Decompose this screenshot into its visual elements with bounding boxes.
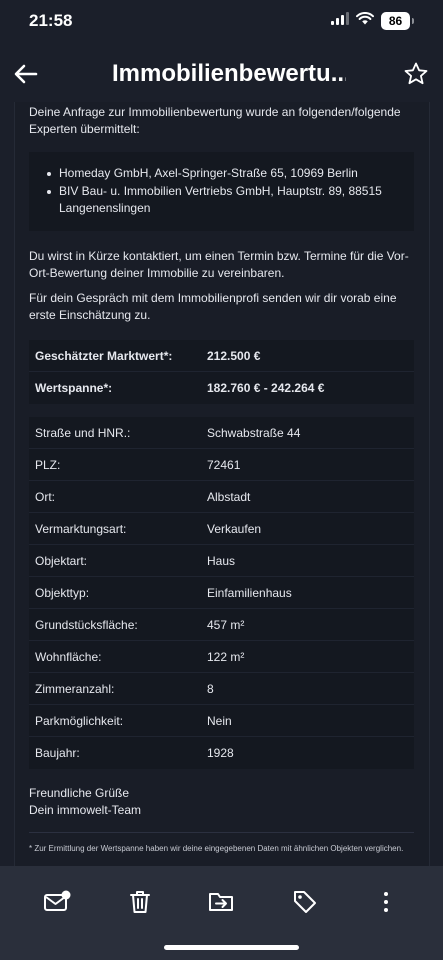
row-label: Parkmöglichkeit: <box>35 713 124 728</box>
table-row: Baujahr: 1928 <box>29 737 414 769</box>
battery-indicator: 86 <box>381 12 414 30</box>
row-label: Zimmeranzahl: <box>35 681 115 696</box>
table-row: Zimmeranzahl: 8 <box>29 673 414 705</box>
expert-item: BIV Bau- u. Immobilien Vertriebs GmbH, H… <box>43 183 400 217</box>
expert-item: Homeday GmbH, Axel-Springer-Straße 65, 1… <box>43 165 400 182</box>
back-button[interactable] <box>12 60 40 88</box>
table-row: PLZ: 72461 <box>29 449 414 481</box>
experts-box: Homeday GmbH, Axel-Springer-Straße 65, 1… <box>29 152 414 231</box>
table-row: Objektart: Haus <box>29 545 414 577</box>
tag-icon <box>294 891 316 913</box>
row-value: Nein <box>207 713 232 728</box>
row-value: Verkaufen <box>207 521 262 536</box>
table-row: Straße und HNR.: Schwabstraße 44 <box>29 417 414 449</box>
email-body: Deine Anfrage zur Immobilienbewertung wu… <box>14 102 430 866</box>
greeting: Freundliche Grüße Dein immowelt-Team <box>29 785 414 819</box>
row-value: 1928 <box>207 746 234 760</box>
footnote: * Zur Ermittlung der Wertspanne haben wi… <box>29 844 404 853</box>
table-row: Wohnfläche: 122 m² <box>29 641 414 673</box>
star-icon <box>404 62 428 85</box>
row-value: 182.760 € - 242.264 € <box>207 381 325 395</box>
table-row: Vermarktungsart: Verkaufen <box>29 513 414 545</box>
more-button[interactable] <box>371 888 401 916</box>
status-bar: 21:58 86 <box>0 0 443 44</box>
row-value: 72461 <box>207 457 241 472</box>
table-row: Grundstücksfläche: 457 m² <box>29 609 414 641</box>
cellular-signal-icon <box>331 12 349 30</box>
row-label: Wertspanne*: <box>35 381 113 395</box>
table-row: Objekttyp: Einfamilienhaus <box>29 577 414 609</box>
valuation-table: Geschätzter Marktwert*: 212.500 € Wertsp… <box>29 340 414 404</box>
row-value: Haus <box>207 553 236 568</box>
row-value: 212.500 € <box>207 348 261 363</box>
contact-text: Du wirst in Kürze kontaktiert, um einen … <box>29 249 409 280</box>
row-label: Geschätzter Marktwert*: <box>35 348 173 363</box>
arrow-left-icon <box>14 64 38 84</box>
table-row: Ort: Albstadt <box>29 481 414 513</box>
divider <box>29 832 414 833</box>
row-value: 8 <box>207 681 214 696</box>
row-label: PLZ: <box>35 457 61 472</box>
mark-unread-button[interactable] <box>43 888 73 916</box>
row-label: Objektart: <box>35 553 88 568</box>
status-icons: 86 <box>331 12 414 30</box>
row-label: Grundstücksfläche: <box>35 617 138 632</box>
delete-button[interactable] <box>125 888 155 916</box>
trash-icon <box>130 891 150 913</box>
row-label: Wohnfläche: <box>35 649 102 664</box>
intro-text: Deine Anfrage zur Immobilienbewertung wu… <box>29 105 401 136</box>
experts-list: Homeday GmbH, Axel-Springer-Straße 65, 1… <box>43 165 400 217</box>
details-table: Straße und HNR.: Schwabstraße 44 PLZ: 72… <box>29 417 414 769</box>
row-label: Objekttyp: <box>35 585 90 600</box>
email-screen: 21:58 86 Immobilienbewertu... Deine Anfr… <box>0 0 443 960</box>
move-button[interactable] <box>206 888 236 916</box>
signature-line: Dein immowelt-Team <box>29 803 142 817</box>
favorite-button[interactable] <box>403 61 429 87</box>
wifi-icon <box>356 12 374 30</box>
row-label: Ort: <box>35 489 55 504</box>
row-label: Vermarktungsart: <box>35 521 127 536</box>
mark-unread-icon <box>44 890 71 911</box>
table-row: Wertspanne*: 182.760 € - 242.264 € <box>29 372 414 404</box>
home-indicator <box>164 945 299 950</box>
app-header: Immobilienbewertu... <box>0 44 443 106</box>
table-row: Parkmöglichkeit: Nein <box>29 705 414 737</box>
row-label: Straße und HNR.: <box>35 425 131 440</box>
greeting-line: Freundliche Grüße <box>29 786 130 800</box>
row-value: 457 m² <box>207 617 245 632</box>
more-icon <box>384 892 388 912</box>
status-time: 21:58 <box>29 11 73 30</box>
row-label: Baujahr: <box>35 746 80 760</box>
row-value: Schwabstraße 44 <box>207 425 301 440</box>
move-to-folder-icon <box>209 893 233 911</box>
row-value: 122 m² <box>207 649 245 664</box>
row-value: Einfamilienhaus <box>207 585 292 600</box>
gespraech-text: Für dein Gespräch mit dem Immobilienprof… <box>29 291 397 322</box>
page-title: Immobilienbewertu... <box>112 60 346 87</box>
table-row: Geschätzter Marktwert*: 212.500 € <box>29 340 414 372</box>
tag-button[interactable] <box>290 888 320 916</box>
row-value: Albstadt <box>207 489 251 504</box>
